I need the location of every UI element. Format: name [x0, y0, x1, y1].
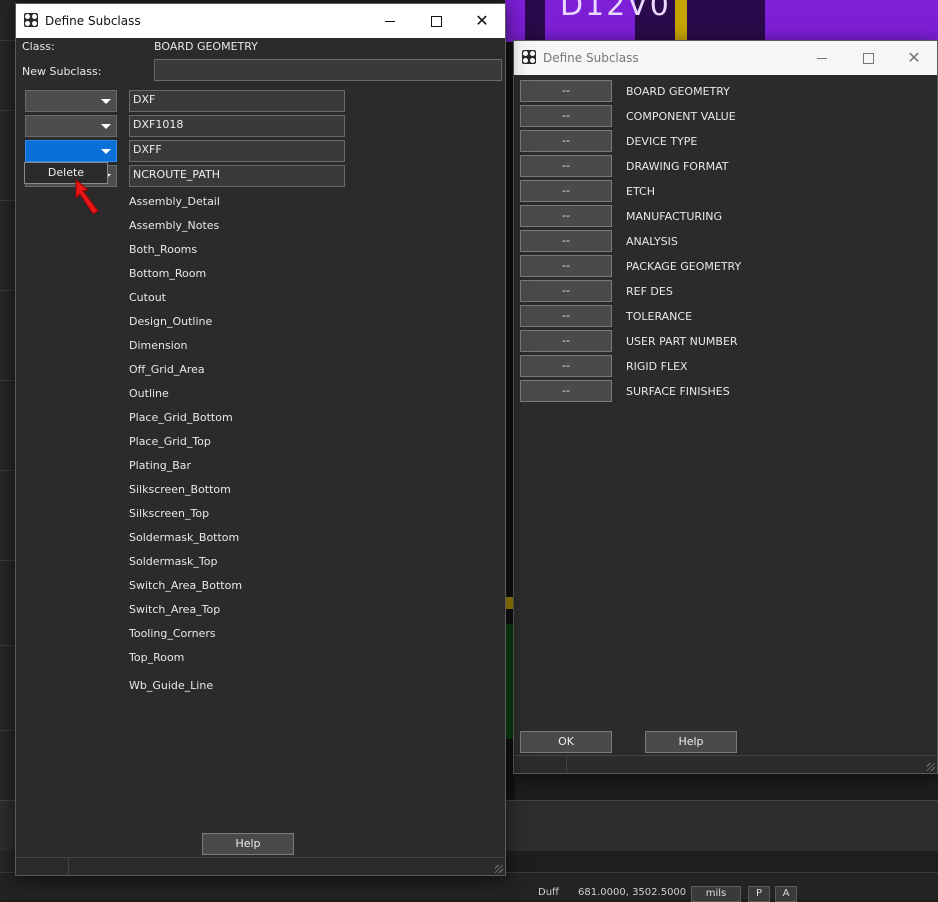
class-name-label: ANALYSIS	[626, 235, 678, 248]
status-bar	[0, 872, 938, 899]
subclass-item: Assembly_Detail	[129, 195, 220, 208]
class-name-label: PACKAGE GEOMETRY	[626, 260, 742, 273]
chevron-down-icon	[101, 149, 111, 154]
subclass-item: Dimension	[129, 339, 188, 352]
subclass-name-field[interactable]: DXF1018	[129, 115, 345, 137]
class-select-button[interactable]: --	[520, 255, 612, 277]
subclass-action-dropdown[interactable]	[25, 140, 117, 162]
class-select-button[interactable]: --	[520, 180, 612, 202]
subclass-item: Silkscreen_Bottom	[129, 483, 231, 496]
title-bar[interactable]: Define Subclass ✕	[514, 41, 937, 75]
ok-button[interactable]: OK	[520, 731, 612, 753]
class-label: Class:	[22, 40, 55, 53]
subclass-item: Off_Grid_Area	[129, 363, 205, 376]
subclass-item: Place_Grid_Top	[129, 435, 211, 448]
class-select-button[interactable]: --	[520, 105, 612, 127]
class-select-button[interactable]: --	[520, 80, 612, 102]
subclass-name-field[interactable]: DXF	[129, 90, 345, 112]
maximize-icon[interactable]	[845, 41, 891, 75]
status-coordinates: 681.0000, 3502.5000	[578, 887, 687, 898]
subclass-item: Both_Rooms	[129, 243, 198, 256]
subclass-item: Silkscreen_Top	[129, 507, 210, 520]
resize-grip-icon[interactable]	[927, 763, 935, 771]
p-button[interactable]: P	[748, 886, 770, 902]
minimize-icon[interactable]	[799, 41, 845, 75]
subclass-item: Switch_Area_Bottom	[129, 579, 243, 592]
new-subclass-label: New Subclass:	[22, 65, 102, 78]
class-name-label: BOARD GEOMETRY	[626, 85, 730, 98]
subclass-item: Switch_Area_Top	[129, 603, 221, 616]
class-name-label: ETCH	[626, 185, 655, 198]
class-name-label: REF DES	[626, 285, 673, 298]
units-button[interactable]: mils	[691, 886, 741, 902]
class-name-label: RIGID FLEX	[626, 360, 688, 373]
class-select-button[interactable]: --	[520, 130, 612, 152]
pcb-net-label: D12V0	[560, 0, 671, 23]
background-left-panel	[0, 0, 16, 898]
class-name-label: DEVICE TYPE	[626, 135, 698, 148]
subclass-item: Place_Grid_Bottom	[129, 411, 233, 424]
status-layer: Duff	[538, 887, 559, 898]
subclass-item: Outline	[129, 387, 169, 400]
red-pointer-arrow-icon	[75, 178, 99, 215]
minimize-icon[interactable]	[367, 4, 413, 38]
subclass-item: Cutout	[129, 291, 166, 304]
class-value: BOARD GEOMETRY	[154, 40, 258, 53]
subclass-item: Design_Outline	[129, 315, 213, 328]
subclass-action-dropdown[interactable]	[25, 115, 117, 137]
class-select-button[interactable]: --	[520, 380, 612, 402]
class-select-button[interactable]: --	[520, 205, 612, 227]
subclass-item: Soldermask_Top	[129, 555, 218, 568]
class-select-button[interactable]: --	[520, 280, 612, 302]
subclass-item: Soldermask_Bottom	[129, 531, 240, 544]
chevron-down-icon	[101, 99, 111, 104]
define-subclass-dialog: Define Subclass ✕ Class: BOARD GEOMETRY …	[15, 3, 506, 876]
subclass-action-dropdown[interactable]	[25, 90, 117, 112]
subclass-item: Wb_Guide_Line	[129, 679, 214, 692]
help-button[interactable]: Help	[645, 731, 737, 753]
class-name-label: SURFACE FINISHES	[626, 385, 730, 398]
class-select-button[interactable]: --	[520, 330, 612, 352]
new-subclass-input[interactable]	[154, 59, 502, 81]
class-name-label: USER PART NUMBER	[626, 335, 738, 348]
chevron-down-icon	[101, 124, 111, 129]
class-name-label: TOLERANCE	[626, 310, 693, 323]
subclass-item: Plating_Bar	[129, 459, 192, 472]
dialog-title: Define Subclass	[543, 51, 639, 65]
app-icon	[24, 13, 38, 27]
class-select-button[interactable]: --	[520, 230, 612, 252]
class-select-button[interactable]: --	[520, 305, 612, 327]
subclass-name-field[interactable]: NCROUTE_PATH	[129, 165, 345, 187]
app-icon	[522, 50, 536, 64]
title-bar[interactable]: Define Subclass ✕	[16, 4, 505, 38]
class-name-label: COMPONENT VALUE	[626, 110, 736, 123]
close-icon[interactable]: ✕	[891, 41, 937, 75]
define-subclass-class-dialog: Define Subclass ✕ -- BOARD GEOMETRY -- COMP…	[513, 40, 938, 774]
subclass-item: Top_Room	[129, 651, 185, 664]
close-icon[interactable]: ✕	[459, 4, 505, 38]
subclass-name-field[interactable]: DXFF	[129, 140, 345, 162]
subclass-item: Tooling_Corners	[129, 627, 216, 640]
class-select-button[interactable]: --	[520, 155, 612, 177]
subclass-item: Assembly_Notes	[129, 219, 220, 232]
class-name-label: DRAWING FORMAT	[626, 160, 729, 173]
class-select-button[interactable]: --	[520, 355, 612, 377]
subclass-item: Bottom_Room	[129, 267, 207, 280]
dialog-title: Define Subclass	[45, 14, 141, 28]
a-button[interactable]: A	[775, 886, 797, 902]
resize-grip-icon[interactable]	[495, 865, 503, 873]
class-name-label: MANUFACTURING	[626, 210, 723, 223]
help-button[interactable]: Help	[202, 833, 294, 855]
maximize-icon[interactable]	[413, 4, 459, 38]
